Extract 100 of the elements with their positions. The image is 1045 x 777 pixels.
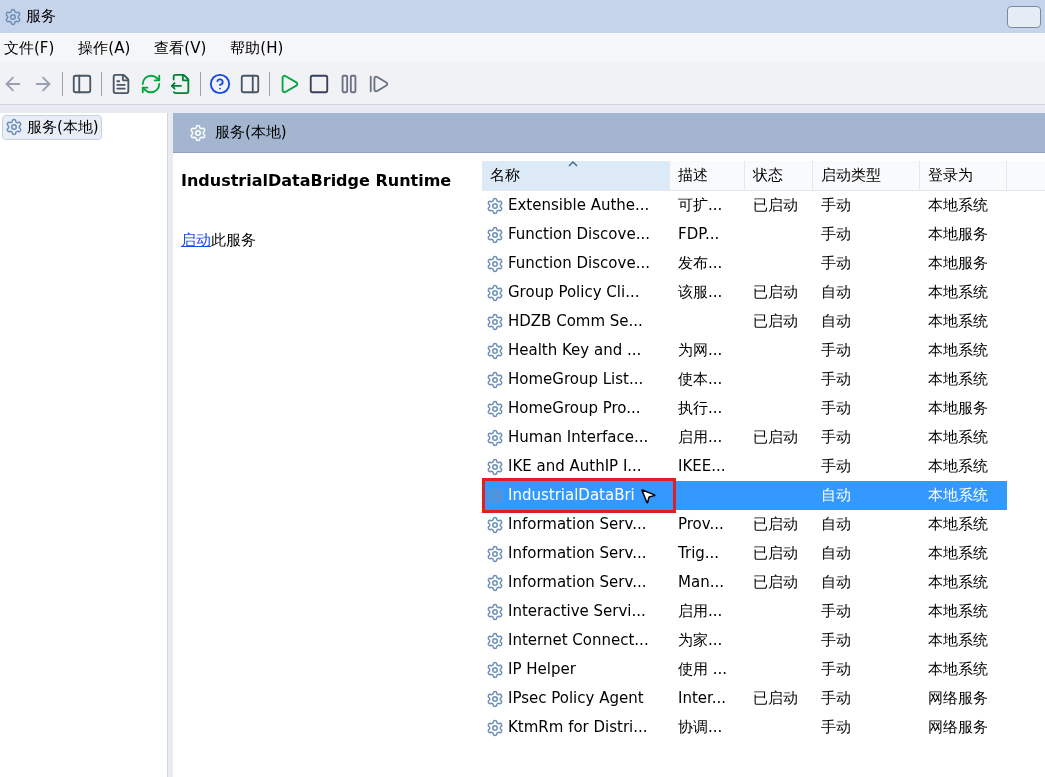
export-icon[interactable]: [170, 72, 192, 95]
gear-icon: [486, 341, 504, 360]
service-name-cell-text: Internet Connect...: [508, 630, 649, 652]
menu-item[interactable]: 操作(A): [78, 36, 131, 60]
gear-icon: [486, 515, 504, 534]
table-row[interactable]: IPsec Policy Agent Inter... 已启动 手动 网络服务: [482, 684, 1007, 713]
table-row[interactable]: Function Discove... 发布... 手动 本地服务: [482, 249, 1007, 278]
description-cell: Trig...: [678, 544, 720, 563]
logon-cell: 本地系统: [928, 544, 988, 563]
startup-type-cell: 手动: [821, 660, 851, 679]
startup-type-cell: 手动: [821, 341, 851, 360]
gear-icon: [486, 283, 504, 302]
logon-cell: 本地系统: [928, 486, 988, 505]
table-row[interactable]: Information Serv... Trig... 已启动 自动 本地系统: [482, 539, 1007, 568]
column-header[interactable]: 状态: [745, 161, 813, 190]
service-name-cell-text: KtmRm for Distri...: [508, 717, 648, 739]
service-name-cell-text: Function Discove...: [508, 253, 650, 275]
menu-item[interactable]: 帮助(H): [230, 36, 284, 60]
service-name-cell-text: Group Policy Cli...: [508, 282, 640, 304]
status-cell: 已启动: [753, 312, 798, 331]
table-row[interactable]: Interactive Servi... 启用... 手动 本地系统: [482, 597, 1007, 626]
logon-cell: 本地系统: [928, 370, 988, 389]
service-name-cell-text: Information Serv...: [508, 514, 647, 536]
minimize-button[interactable]: [1007, 5, 1041, 28]
table-row[interactable]: Human Interface... 启用... 已启动 手动 本地系统: [482, 423, 1007, 452]
status-cell: 已启动: [753, 515, 798, 534]
logon-cell: 本地服务: [928, 225, 988, 244]
column-header[interactable]: 描述: [670, 161, 745, 190]
description-cell: 为网...: [678, 341, 723, 360]
status-cell: 已启动: [753, 689, 798, 708]
table-row[interactable]: Group Policy Cli... 该服... 已启动 自动 本地系统: [482, 278, 1007, 307]
startup-type-cell: 自动: [821, 573, 851, 592]
column-header[interactable]: 名称: [482, 161, 670, 190]
stop-icon[interactable]: [308, 72, 330, 95]
table-row[interactable]: Internet Connect... 为家... 手动 本地系统: [482, 626, 1007, 655]
startup-type-cell: 手动: [821, 602, 851, 621]
table-row[interactable]: Information Serv... Prov... 已启动 自动 本地系统: [482, 510, 1007, 539]
menu-item[interactable]: 文件(F): [4, 36, 55, 60]
startup-type-cell: 手动: [821, 370, 851, 389]
logon-cell: 本地服务: [928, 399, 988, 418]
startup-type-cell: 手动: [821, 689, 851, 708]
menu-item[interactable]: 查看(V): [154, 36, 207, 60]
gear-icon: [5, 118, 23, 137]
description-cell: 发布...: [678, 254, 723, 273]
service-name-cell-text: Interactive Servi...: [508, 601, 646, 623]
document-icon[interactable]: [110, 72, 132, 95]
startup-type-cell: 自动: [821, 544, 851, 563]
window-title: 服务: [26, 6, 56, 28]
service-name-cell-text: Function Discove...: [508, 224, 650, 246]
gear-icon: [486, 631, 504, 650]
panel-icon[interactable]: [71, 72, 93, 95]
startup-type-cell: 手动: [821, 196, 851, 215]
tree-item[interactable]: 服务(本地): [2, 115, 102, 140]
description-cell: FDP...: [678, 225, 720, 244]
gear-icon: [486, 254, 504, 273]
column-header[interactable]: 启动类型: [813, 161, 920, 190]
gear-icon: [4, 7, 22, 26]
action-text: 启动此服务: [181, 230, 257, 251]
table-row[interactable]: IP Helper 使用 ... 手动 本地系统: [482, 655, 1007, 684]
description-cell: Man...: [678, 573, 724, 592]
startup-type-cell: 自动: [821, 515, 851, 534]
column-header[interactable]: 登录为: [920, 161, 1007, 190]
table-row[interactable]: Function Discove... FDP... 手动 本地服务: [482, 220, 1007, 249]
table-row[interactable]: Information Serv... Man... 已启动 自动 本地系统: [482, 568, 1007, 597]
service-name-cell-text: IndustrialDataBri: [508, 485, 635, 507]
service-name-cell-text: Information Serv...: [508, 572, 647, 594]
service-name-cell-text: Health Key and ...: [508, 340, 642, 362]
table-row[interactable]: IKE and AuthIP I... IKEE... 手动 本地系统: [482, 452, 1007, 481]
logon-cell: 本地系统: [928, 631, 988, 650]
gear-icon: [486, 660, 504, 679]
startup-type-cell: 手动: [821, 428, 851, 447]
logon-cell: 本地系统: [928, 341, 988, 360]
gear-icon: [486, 689, 504, 708]
start-link[interactable]: 启动: [181, 231, 211, 249]
table-row[interactable]: HomeGroup List... 使本... 手动 本地系统: [482, 365, 1007, 394]
logon-cell: 本地系统: [928, 660, 988, 679]
table-row[interactable]: HDZB Comm Se... 已启动 自动 本地系统: [482, 307, 1007, 336]
description-cell: Prov...: [678, 515, 724, 534]
service-name-cell-text: IPsec Policy Agent: [508, 688, 644, 710]
table-row[interactable]: KtmRm for Distri... 协调... 手动 网络服务: [482, 713, 1007, 742]
refresh-icon[interactable]: [140, 72, 162, 95]
startup-type-cell: 手动: [821, 254, 851, 273]
description-cell: 启用...: [678, 602, 723, 621]
description-cell: IKEE...: [678, 457, 726, 476]
gear-icon: [486, 312, 504, 331]
logon-cell: 网络服务: [928, 689, 988, 708]
startup-type-cell: 手动: [821, 399, 851, 418]
description-cell: 可扩...: [678, 196, 723, 215]
status-cell: 已启动: [753, 196, 798, 215]
table-row[interactable]: Health Key and ... 为网... 手动 本地系统: [482, 336, 1007, 365]
table-row[interactable]: HomeGroup Pro... 执行... 手动 本地服务: [482, 394, 1007, 423]
startup-type-cell: 自动: [821, 312, 851, 331]
description-cell: 协调...: [678, 718, 723, 737]
panel-icon[interactable]: [239, 72, 261, 95]
gear-icon: [486, 486, 504, 505]
gear-icon: [486, 602, 504, 621]
logon-cell: 本地服务: [928, 254, 988, 273]
cursor-icon: [638, 486, 657, 505]
help-icon[interactable]: [209, 72, 231, 95]
table-row[interactable]: Extensible Authe... 可扩... 已启动 手动 本地系统: [482, 191, 1007, 220]
